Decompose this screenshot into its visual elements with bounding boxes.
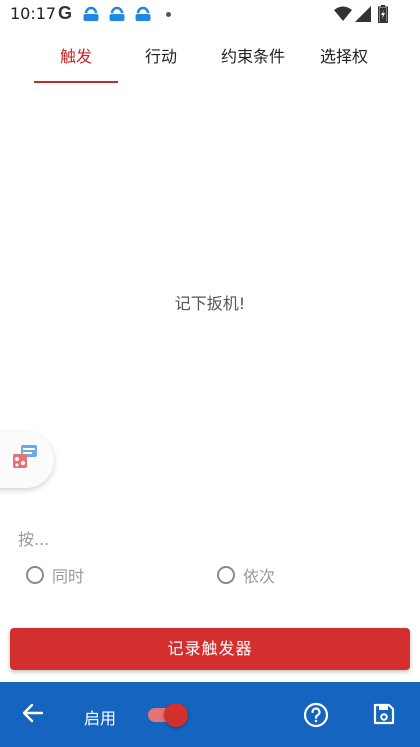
tab-actions[interactable]: 行动 xyxy=(124,36,198,84)
radio-sequential[interactable]: 依次 xyxy=(217,562,275,588)
radio-unchecked-icon xyxy=(217,566,235,584)
press-hint-label: 按... xyxy=(18,530,50,549)
bottom-action-bar: 启用 xyxy=(0,682,420,747)
radio-simultaneous[interactable]: 同时 xyxy=(26,562,84,588)
app-notification-icon xyxy=(135,6,151,21)
more-notifications-dot-icon xyxy=(166,12,171,17)
enable-toggle[interactable] xyxy=(146,702,190,728)
floating-menu-bubble[interactable] xyxy=(0,432,54,488)
empty-trigger-message: 记下扳机! xyxy=(174,294,246,313)
app-notification-icon xyxy=(83,6,99,21)
floating-app-icon xyxy=(13,445,37,468)
wifi-icon xyxy=(334,6,352,21)
radio-label: 依次 xyxy=(243,567,276,586)
radio-unchecked-icon xyxy=(26,566,44,584)
radio-label: 同时 xyxy=(52,567,85,586)
tab-triggers[interactable]: 触发 xyxy=(34,36,118,84)
battery-charging-icon xyxy=(378,5,388,23)
status-time: 10:17 xyxy=(10,4,57,23)
back-arrow-icon[interactable] xyxy=(22,702,44,724)
save-icon[interactable] xyxy=(373,703,395,725)
enable-label: 启用 xyxy=(84,709,117,728)
tab-constraints[interactable]: 约束条件 xyxy=(206,36,300,84)
active-tab-indicator xyxy=(34,81,118,83)
google-icon: G xyxy=(58,3,73,23)
cell-signal-icon xyxy=(355,6,371,22)
tab-bar: 触发 行动 约束条件 选择权 xyxy=(0,36,420,84)
app-notification-icon xyxy=(109,6,125,21)
help-icon[interactable] xyxy=(303,702,329,728)
toggle-thumb xyxy=(164,703,188,727)
status-bar: 10:17 G xyxy=(0,0,420,30)
record-trigger-button[interactable]: 记录触发器 xyxy=(10,628,410,670)
tab-options[interactable]: 选择权 xyxy=(306,36,382,84)
